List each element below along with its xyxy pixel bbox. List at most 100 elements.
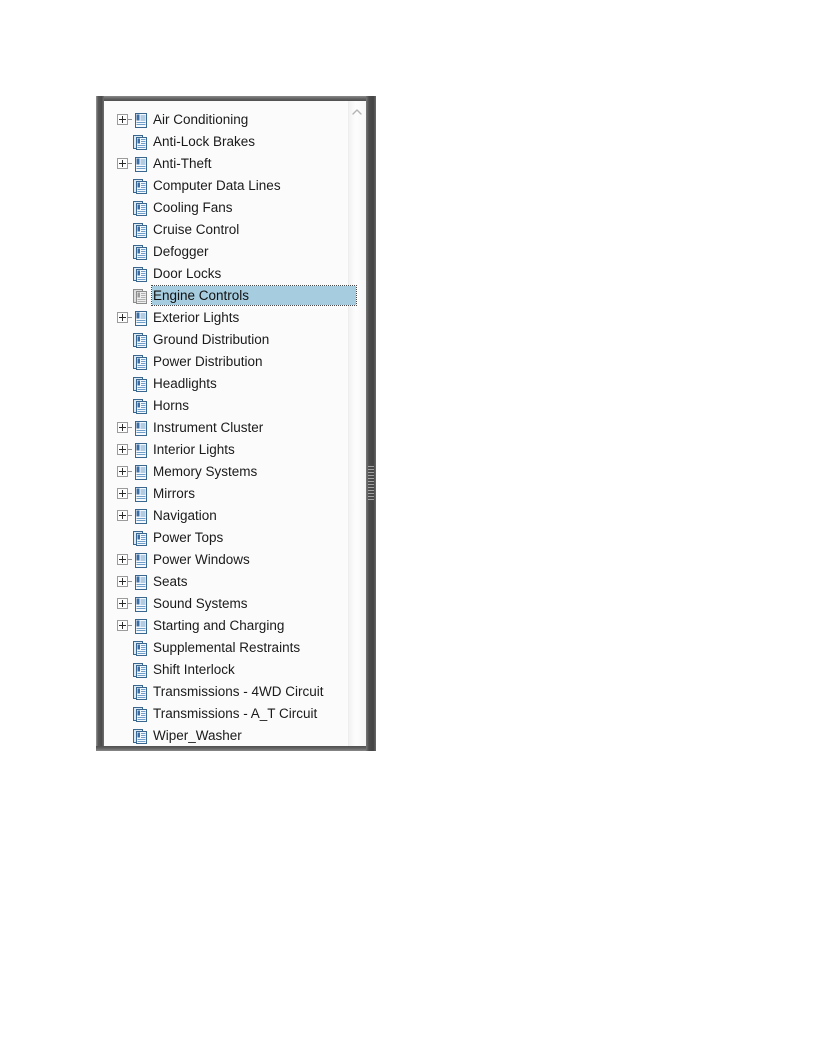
document-icon: [132, 112, 148, 129]
document-stack-icon: [132, 706, 148, 723]
document-icon: [132, 442, 148, 459]
tree-item-engine-controls[interactable]: Engine Controls: [104, 285, 357, 307]
tree-item-power-distribution[interactable]: Power Distribution: [104, 351, 348, 373]
document-icon: [132, 552, 148, 569]
document-icon: [132, 574, 148, 591]
tree-item-label: Starting and Charging: [153, 618, 285, 633]
chevron-up-icon[interactable]: [351, 107, 363, 117]
expand-plus-icon[interactable]: [117, 488, 128, 499]
tree-item-door-locks[interactable]: Door Locks: [104, 263, 348, 285]
tree-item-label: Transmissions - A_T Circuit: [153, 706, 318, 721]
tree-item-horns[interactable]: Horns: [104, 395, 348, 417]
inner-scroll-track[interactable]: [348, 101, 366, 746]
document-stack-icon: [132, 530, 148, 547]
tree-item-label: Anti-Theft: [153, 156, 212, 171]
expand-plus-icon[interactable]: [117, 312, 128, 323]
expand-plus-icon[interactable]: [117, 114, 128, 125]
document-stack-icon: [132, 332, 148, 349]
tree-item-computer-data-lines[interactable]: Computer Data Lines: [104, 175, 348, 197]
tree-item-starting-and-charging[interactable]: Starting and Charging: [104, 615, 348, 637]
expand-plus-icon[interactable]: [117, 510, 128, 521]
tree-item-label: Memory Systems: [153, 464, 258, 479]
tree-item-transmissions-a-t-circuit[interactable]: Transmissions - A_T Circuit: [104, 703, 348, 725]
tree-item-label: Interior Lights: [153, 442, 235, 457]
document-icon: [132, 508, 148, 525]
expand-plus-icon[interactable]: [117, 576, 128, 587]
document-icon: [132, 310, 148, 327]
system-tree-panel: Air Conditioning Anti-Lock Brakes Anti-T…: [96, 96, 376, 751]
tree-item-ground-distribution[interactable]: Ground Distribution: [104, 329, 348, 351]
tree-item-label: Power Tops: [153, 530, 224, 545]
panel-bottom-border: [96, 746, 376, 751]
tree-item-label: Horns: [153, 398, 190, 413]
scrollbar-grip[interactable]: [368, 466, 374, 500]
tree-item-label: Anti-Lock Brakes: [153, 134, 256, 149]
document-icon: [132, 618, 148, 635]
tree-item-label: Headlights: [153, 376, 217, 391]
document-stack-icon: [132, 354, 148, 371]
document-stack-icon: [132, 288, 148, 305]
document-stack-icon: [132, 266, 148, 283]
expand-plus-icon[interactable]: [117, 444, 128, 455]
document-icon: [132, 420, 148, 437]
tree-item-exterior-lights[interactable]: Exterior Lights: [104, 307, 348, 329]
tree-item-anti-theft[interactable]: Anti-Theft: [104, 153, 348, 175]
expand-plus-icon[interactable]: [117, 554, 128, 565]
expand-plus-icon[interactable]: [117, 620, 128, 631]
document-icon: [132, 156, 148, 173]
tree-item-sound-systems[interactable]: Sound Systems: [104, 593, 348, 615]
tree-item-label: Wiper_Washer: [153, 728, 242, 743]
tree-item-shift-interlock[interactable]: Shift Interlock: [104, 659, 348, 681]
tree-item-label: Sound Systems: [153, 596, 248, 611]
document-stack-icon: [132, 684, 148, 701]
tree-item-label: Cruise Control: [153, 222, 240, 237]
tree-item-headlights[interactable]: Headlights: [104, 373, 348, 395]
tree-item-label: Seats: [153, 574, 188, 589]
tree-item-interior-lights[interactable]: Interior Lights: [104, 439, 348, 461]
document-icon: [132, 596, 148, 613]
tree-item-label: Power Distribution: [153, 354, 263, 369]
tree-item-label: Supplemental Restraints: [153, 640, 301, 655]
tree-item-supplemental-restraints[interactable]: Supplemental Restraints: [104, 637, 348, 659]
tree-item-transmissions-4wd-circuit[interactable]: Transmissions - 4WD Circuit: [104, 681, 348, 703]
tree-item-memory-systems[interactable]: Memory Systems: [104, 461, 348, 483]
tree-item-label: Transmissions - 4WD Circuit: [153, 684, 324, 699]
tree-item-navigation[interactable]: Navigation: [104, 505, 348, 527]
tree-item-label: Shift Interlock: [153, 662, 235, 677]
expand-plus-icon[interactable]: [117, 422, 128, 433]
tree-item-cruise-control[interactable]: Cruise Control: [104, 219, 348, 241]
tree-item-label: Power Windows: [153, 552, 250, 567]
tree-item-label: Cooling Fans: [153, 200, 233, 215]
expand-plus-icon[interactable]: [117, 466, 128, 477]
tree-item-label: Defogger: [153, 244, 209, 259]
document-stack-icon: [132, 244, 148, 261]
tree-item-seats[interactable]: Seats: [104, 571, 348, 593]
tree-list: Air Conditioning Anti-Lock Brakes Anti-T…: [104, 109, 357, 746]
document-stack-icon: [132, 178, 148, 195]
tree-item-anti-lock-brakes[interactable]: Anti-Lock Brakes: [104, 131, 348, 153]
tree-item-mirrors[interactable]: Mirrors: [104, 483, 348, 505]
tree-item-air-conditioning[interactable]: Air Conditioning: [104, 109, 348, 131]
document-stack-icon: [132, 222, 148, 239]
document-stack-icon: [132, 662, 148, 679]
tree-item-cooling-fans[interactable]: Cooling Fans: [104, 197, 348, 219]
tree-item-power-windows[interactable]: Power Windows: [104, 549, 348, 571]
tree-item-defogger[interactable]: Defogger: [104, 241, 348, 263]
expand-plus-icon[interactable]: [117, 158, 128, 169]
document-icon: [132, 464, 148, 481]
document-stack-icon: [132, 134, 148, 151]
tree-item-label: Engine Controls: [153, 288, 250, 303]
panel-vertical-scrollbar[interactable]: [366, 96, 376, 751]
tree-content-area: Air Conditioning Anti-Lock Brakes Anti-T…: [104, 101, 366, 746]
tree-item-label: Exterior Lights: [153, 310, 240, 325]
tree-item-instrument-cluster[interactable]: Instrument Cluster: [104, 417, 348, 439]
tree-item-wiper-washer[interactable]: Wiper_Washer: [104, 725, 348, 746]
tree-item-label: Navigation: [153, 508, 217, 523]
panel-left-border: [96, 96, 104, 751]
document-stack-icon: [132, 376, 148, 393]
tree-item-label: Air Conditioning: [153, 112, 249, 127]
expand-plus-icon[interactable]: [117, 598, 128, 609]
tree-item-label: Computer Data Lines: [153, 178, 281, 193]
tree-item-power-tops[interactable]: Power Tops: [104, 527, 348, 549]
tree-item-label: Mirrors: [153, 486, 195, 501]
